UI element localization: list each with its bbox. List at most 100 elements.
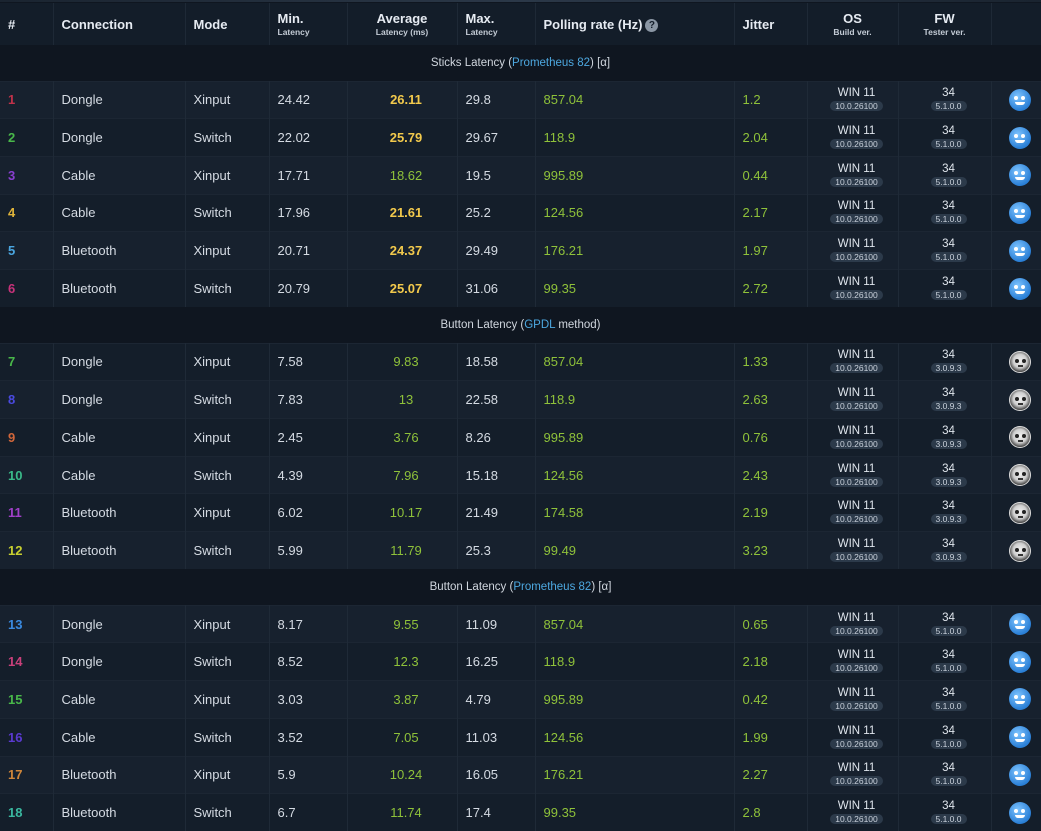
skull-avatar-icon[interactable] [1009, 464, 1031, 487]
max-latency-cell: 15.18 [457, 455, 536, 494]
tester-icon-cell[interactable] [991, 604, 1041, 643]
row-number: 2 [0, 118, 54, 157]
section-method-link[interactable]: GPDL [524, 319, 555, 331]
tester-icon-cell[interactable] [991, 755, 1041, 794]
blue-robot-face-icon[interactable] [1009, 650, 1031, 673]
blue-robot-face-icon[interactable] [1009, 801, 1031, 824]
row-number: 16 [0, 717, 54, 756]
col-header-average-latency[interactable]: Average Latency (ms) [347, 3, 458, 45]
os-name: WIN 11 [837, 462, 876, 475]
table-row[interactable]: 5 Bluetooth Xinput 20.71 24.37 29.49 176.21 1.9… [0, 231, 1041, 270]
tester-icon-cell[interactable] [991, 531, 1041, 570]
table-row[interactable]: 2 Dongle Switch 22.02 25.79 29.67 118.9 2.04 WIN… [0, 118, 1041, 157]
table-row[interactable]: 18 Bluetooth Switch 6.7 11.74 17.4 99.35 2.8 WIN… [0, 793, 1041, 831]
jitter-cell: 2.04 [734, 118, 808, 157]
blue-robot-face-icon[interactable] [1009, 239, 1031, 262]
tester-version-badge: 3.0.9.3 [930, 438, 967, 449]
col-header-mode[interactable]: Mode [185, 3, 270, 45]
blue-robot-face-icon[interactable] [1009, 126, 1031, 149]
col-header-fw[interactable]: FW Tester ver. [898, 3, 992, 45]
help-icon[interactable]: ? [645, 18, 659, 32]
tester-icon-cell[interactable] [991, 717, 1041, 756]
max-latency-cell: 18.58 [457, 342, 536, 381]
connection-cell: Dongle [53, 604, 186, 643]
polling-rate-cell: 99.35 [535, 268, 735, 308]
row-number: 10 [0, 455, 54, 494]
tester-icon-cell[interactable] [991, 793, 1041, 831]
table-row[interactable]: 4 Cable Switch 17.96 21.61 25.2 124.56 2.17 WIN … [0, 193, 1041, 232]
tester-icon-cell[interactable] [991, 680, 1041, 719]
tester-icon-cell[interactable] [991, 155, 1041, 195]
min-latency-cell: 5.9 [269, 755, 348, 794]
tester-icon-cell[interactable] [991, 380, 1041, 419]
fw-version: 34 [942, 200, 955, 213]
tester-icon-cell[interactable] [991, 642, 1041, 681]
min-latency-cell: 17.96 [269, 193, 348, 232]
blue-robot-face-icon[interactable] [1009, 164, 1031, 187]
tester-icon-cell[interactable] [991, 493, 1041, 532]
blue-robot-face-icon[interactable] [1009, 88, 1031, 111]
tester-icon-cell[interactable] [991, 193, 1041, 232]
os-name: WIN 11 [837, 87, 876, 100]
table-row[interactable]: 9 Cable Xinput 2.45 3.76 8.26 995.89 0.76 WIN 11… [0, 418, 1041, 457]
skull-avatar-icon[interactable] [1009, 539, 1031, 562]
table-row[interactable]: 7 Dongle Xinput 7.58 9.83 18.58 857.04 1.33 WIN … [0, 342, 1041, 381]
col-header-tester-icon [991, 3, 1041, 45]
col-header-jitter[interactable]: Jitter [734, 3, 808, 45]
tester-version-badge: 5.1.0.0 [930, 139, 967, 150]
tester-icon-cell[interactable] [991, 80, 1041, 119]
table-row[interactable]: 1 Dongle Xinput 24.42 26.11 29.8 857.04 1.2 WIN … [0, 80, 1041, 119]
tester-icon-cell[interactable] [991, 118, 1041, 157]
os-cell: WIN 11 10.0.26100 [807, 717, 899, 756]
os-name: WIN 11 [837, 349, 876, 362]
blue-robot-face-icon[interactable] [1009, 277, 1031, 300]
os-name: WIN 11 [837, 800, 876, 813]
table-row[interactable]: 15 Cable Xinput 3.03 3.87 4.79 995.89 0.42 WIN 1… [0, 680, 1041, 719]
max-latency-cell: 21.49 [457, 493, 536, 532]
mode-cell: Switch [185, 118, 270, 157]
table-row[interactable]: 17 Bluetooth Xinput 5.9 10.24 16.05 176.21 2.27… [0, 755, 1041, 794]
connection-cell: Dongle [53, 380, 186, 419]
tester-icon-cell[interactable] [991, 342, 1041, 381]
col-header-os[interactable]: OS Build ver. [807, 3, 899, 45]
section-method-link[interactable]: Prometheus 82 [513, 581, 591, 593]
col-header-connection[interactable]: Connection [53, 3, 186, 45]
blue-robot-face-icon[interactable] [1009, 613, 1031, 636]
blue-robot-face-icon[interactable] [1009, 201, 1031, 224]
skull-avatar-icon[interactable] [1009, 426, 1031, 449]
table-row[interactable]: 11 Bluetooth Xinput 6.02 10.17 21.49 174.58 2.1… [0, 493, 1041, 532]
os-name: WIN 11 [837, 538, 876, 551]
os-cell: WIN 11 10.0.26100 [807, 118, 899, 157]
fw-version: 34 [942, 349, 955, 362]
skull-avatar-icon[interactable] [1009, 350, 1031, 373]
tester-icon-cell[interactable] [991, 231, 1041, 270]
table-row[interactable]: 12 Bluetooth Switch 5.99 11.79 25.3 99.49 3.23 W… [0, 531, 1041, 570]
skull-avatar-icon[interactable] [1009, 501, 1031, 524]
table-row[interactable]: 16 Cable Switch 3.52 7.05 11.03 124.56 1.99 WIN … [0, 717, 1041, 756]
blue-robot-face-icon[interactable] [1009, 763, 1031, 786]
mode-cell: Xinput [185, 231, 270, 270]
col-header-max-latency[interactable]: Max. Latency [457, 3, 536, 45]
tester-icon-cell[interactable] [991, 418, 1041, 457]
table-row[interactable]: 8 Dongle Switch 7.83 13 22.58 118.9 2.63 WIN 11 1… [0, 380, 1041, 419]
table-row[interactable]: 3 Cable Xinput 17.71 18.62 19.5 995.89 0.44 WIN … [0, 155, 1041, 195]
col-header-polling-rate[interactable]: Polling rate (Hz)? [535, 3, 735, 45]
blue-robot-face-icon[interactable] [1009, 726, 1031, 749]
table-row[interactable]: 14 Dongle Switch 8.52 12.3 16.25 118.9 2.18 WIN … [0, 642, 1041, 681]
tester-version-badge: 5.1.0.0 [930, 214, 967, 225]
col-header-min-latency[interactable]: Min. Latency [269, 3, 348, 45]
blue-robot-face-icon[interactable] [1009, 688, 1031, 711]
table-row[interactable]: 13 Dongle Xinput 8.17 9.55 11.09 857.04 0.65 WIN… [0, 604, 1041, 643]
os-name: WIN 11 [837, 762, 876, 775]
tester-icon-cell[interactable] [991, 455, 1041, 494]
table-row[interactable]: 6 Bluetooth Switch 20.79 25.07 31.06 99.35 2.72… [0, 268, 1041, 308]
section-method-link[interactable]: Prometheus 82 [512, 57, 590, 69]
polling-rate-cell: 857.04 [535, 604, 735, 643]
row-number: 11 [0, 493, 54, 532]
skull-avatar-icon[interactable] [1009, 388, 1031, 411]
tester-icon-cell[interactable] [991, 268, 1041, 308]
os-build-badge: 10.0.26100 [830, 700, 883, 711]
table-row[interactable]: 10 Cable Switch 4.39 7.96 15.18 124.56 2.43 WIN … [0, 455, 1041, 494]
col-header-number[interactable]: # [0, 3, 54, 45]
average-latency-cell: 3.76 [347, 418, 458, 457]
